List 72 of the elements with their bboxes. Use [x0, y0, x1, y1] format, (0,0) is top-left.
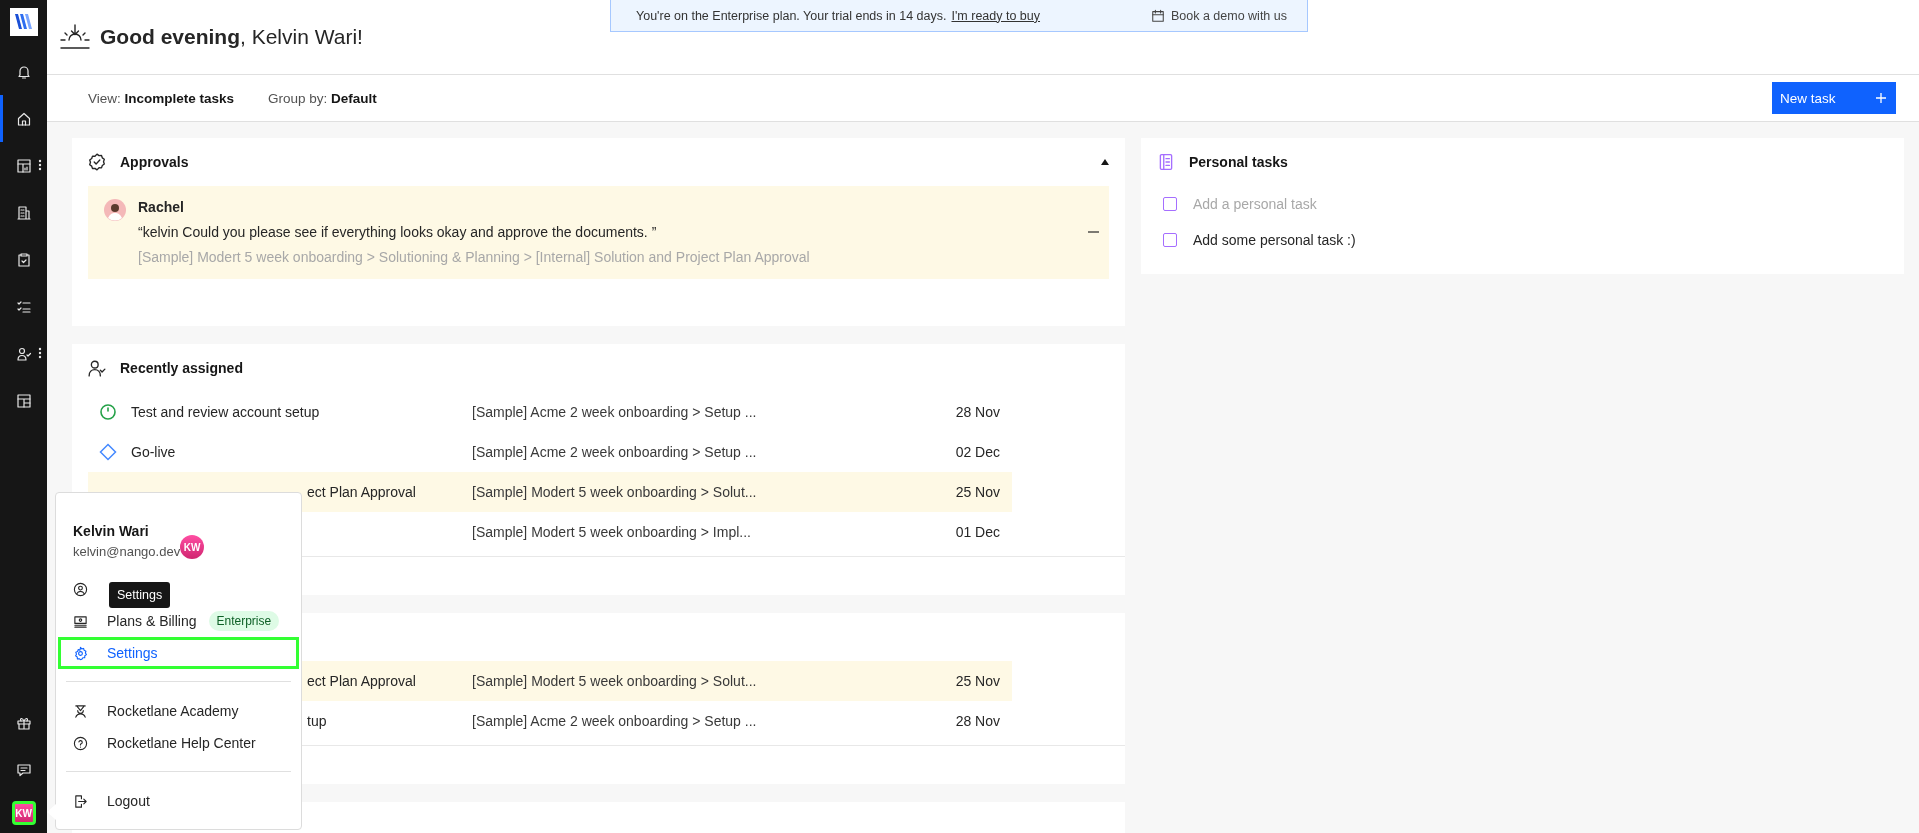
person-icon: [15, 345, 32, 362]
project-path: [Sample] Modert 5 week onboarding > Solut...: [472, 484, 758, 500]
view-filter[interactable]: View: Incomplete tasks: [88, 90, 235, 106]
new-task-field[interactable]: Add a personal task: [1193, 196, 1593, 212]
task-row[interactable]: Test and review account setup [Sample] Acme 2 week onboarding > Setup ... 28 Nov: [88, 392, 1012, 432]
user-email: kelvin@nango.dev: [73, 544, 181, 559]
settings-icon: [73, 645, 88, 661]
sunset-icon: [60, 24, 90, 50]
more-icon: [38, 159, 42, 171]
user-name: Kelvin Wari: [73, 523, 150, 539]
plan-badge: Enterprise: [208, 611, 280, 631]
profile-icon: [73, 581, 88, 597]
avatar: [104, 199, 126, 221]
task-title: ect Plan Approval: [306, 673, 417, 689]
home-icon: [15, 110, 32, 127]
section-title: Personal tasks: [1189, 154, 1288, 170]
task-title: ect Plan Approval: [306, 484, 417, 500]
task-title: Test and review account setup: [131, 404, 321, 420]
trial-message: You're on the Enterprise plan. Your trial ends in 14 days.: [636, 8, 947, 23]
buy-link[interactable]: I'm ready to buy: [951, 8, 1040, 23]
person-check-icon: [88, 359, 106, 377]
building-icon: [15, 204, 32, 221]
task-row[interactable]: Go-live [Sample] Acme 2 week onboarding > Setup ... 02 Dec: [88, 432, 1012, 472]
greeting: Good evening, Kelvin Wari!: [100, 25, 363, 49]
user-avatar: KW: [180, 535, 205, 559]
bell-icon: [15, 63, 32, 80]
calendar-icon: [1150, 8, 1165, 23]
help-icon: [73, 735, 88, 751]
diamond-icon: [99, 443, 117, 461]
menu-item[interactable]: Settings: [58, 637, 299, 669]
task-label: Add some personal task :): [1193, 232, 1356, 248]
plus-icon: [1876, 93, 1886, 103]
due-date: 02 Dec: [954, 444, 1001, 460]
user-avatar[interactable]: KW: [11, 801, 36, 825]
menu-item[interactable]: Logout: [58, 785, 299, 817]
due-date: 25 Nov: [954, 673, 1001, 689]
layout-icon: [15, 392, 32, 409]
checkbox[interactable]: [1163, 233, 1177, 247]
app-logo[interactable]: [9, 8, 38, 36]
status-icon: [100, 404, 116, 420]
project-path: [Sample] Acme 2 week onboarding > Setup ...: [472, 444, 758, 460]
collapse-icon[interactable]: [1101, 159, 1109, 165]
project-path: [Sample] Acme 2 week onboarding > Setup ...: [472, 404, 758, 420]
task-title: tup: [306, 713, 328, 729]
logout-icon: [73, 793, 88, 809]
badge-check-icon: [88, 153, 106, 171]
due-date: 25 Nov: [954, 484, 1001, 500]
billing-icon: [73, 613, 88, 629]
section-title: Recently assigned: [120, 360, 243, 376]
approval-message: “kelvin Could you please see if everything looks okay and approve the documents. ”: [138, 224, 658, 240]
clipboard-icon: [15, 251, 32, 268]
section-title: Approvals: [120, 154, 189, 170]
task-path: [Sample] Modert 5 week onboarding > Solutioning & Planning > [Internal] Solution and Project Plan Approval: [138, 249, 811, 265]
due-date: 01 Dec: [954, 524, 1001, 540]
task-title: Go-live: [131, 444, 177, 460]
due-date: 28 Nov: [954, 713, 1001, 729]
notebook-icon: [1157, 153, 1175, 171]
chat-icon: [15, 761, 32, 778]
new-task-button[interactable]: New task: [1772, 82, 1896, 114]
menu-item[interactable]: Rocketlane Help Center: [58, 727, 299, 759]
calendar-icon: [15, 157, 32, 174]
project-path: [Sample] Acme 2 week onboarding > Setup ...: [472, 713, 758, 729]
book-demo-link[interactable]: Book a demo with us: [1150, 8, 1287, 23]
project-path: [Sample] Modert 5 week onboarding > Solut...: [472, 673, 758, 689]
due-date: 28 Nov: [954, 404, 1001, 420]
more-icon: [38, 347, 42, 359]
approval-item[interactable]: Rachel “kelvin Could you please see if everything looks okay and approve the documents. ” [Sample] Modert 5 week onboarding > Solutioning & Planning > [Internal] Solution and Project Plan Approval: [88, 186, 1109, 279]
tooltip: Settings: [109, 582, 171, 608]
project-path: [Sample] Modert 5 week onboarding > Impl...: [472, 524, 752, 540]
checkbox[interactable]: [1163, 197, 1177, 211]
author-name: Rachel: [138, 199, 185, 215]
group-by-filter[interactable]: Group by: Default: [268, 90, 377, 106]
